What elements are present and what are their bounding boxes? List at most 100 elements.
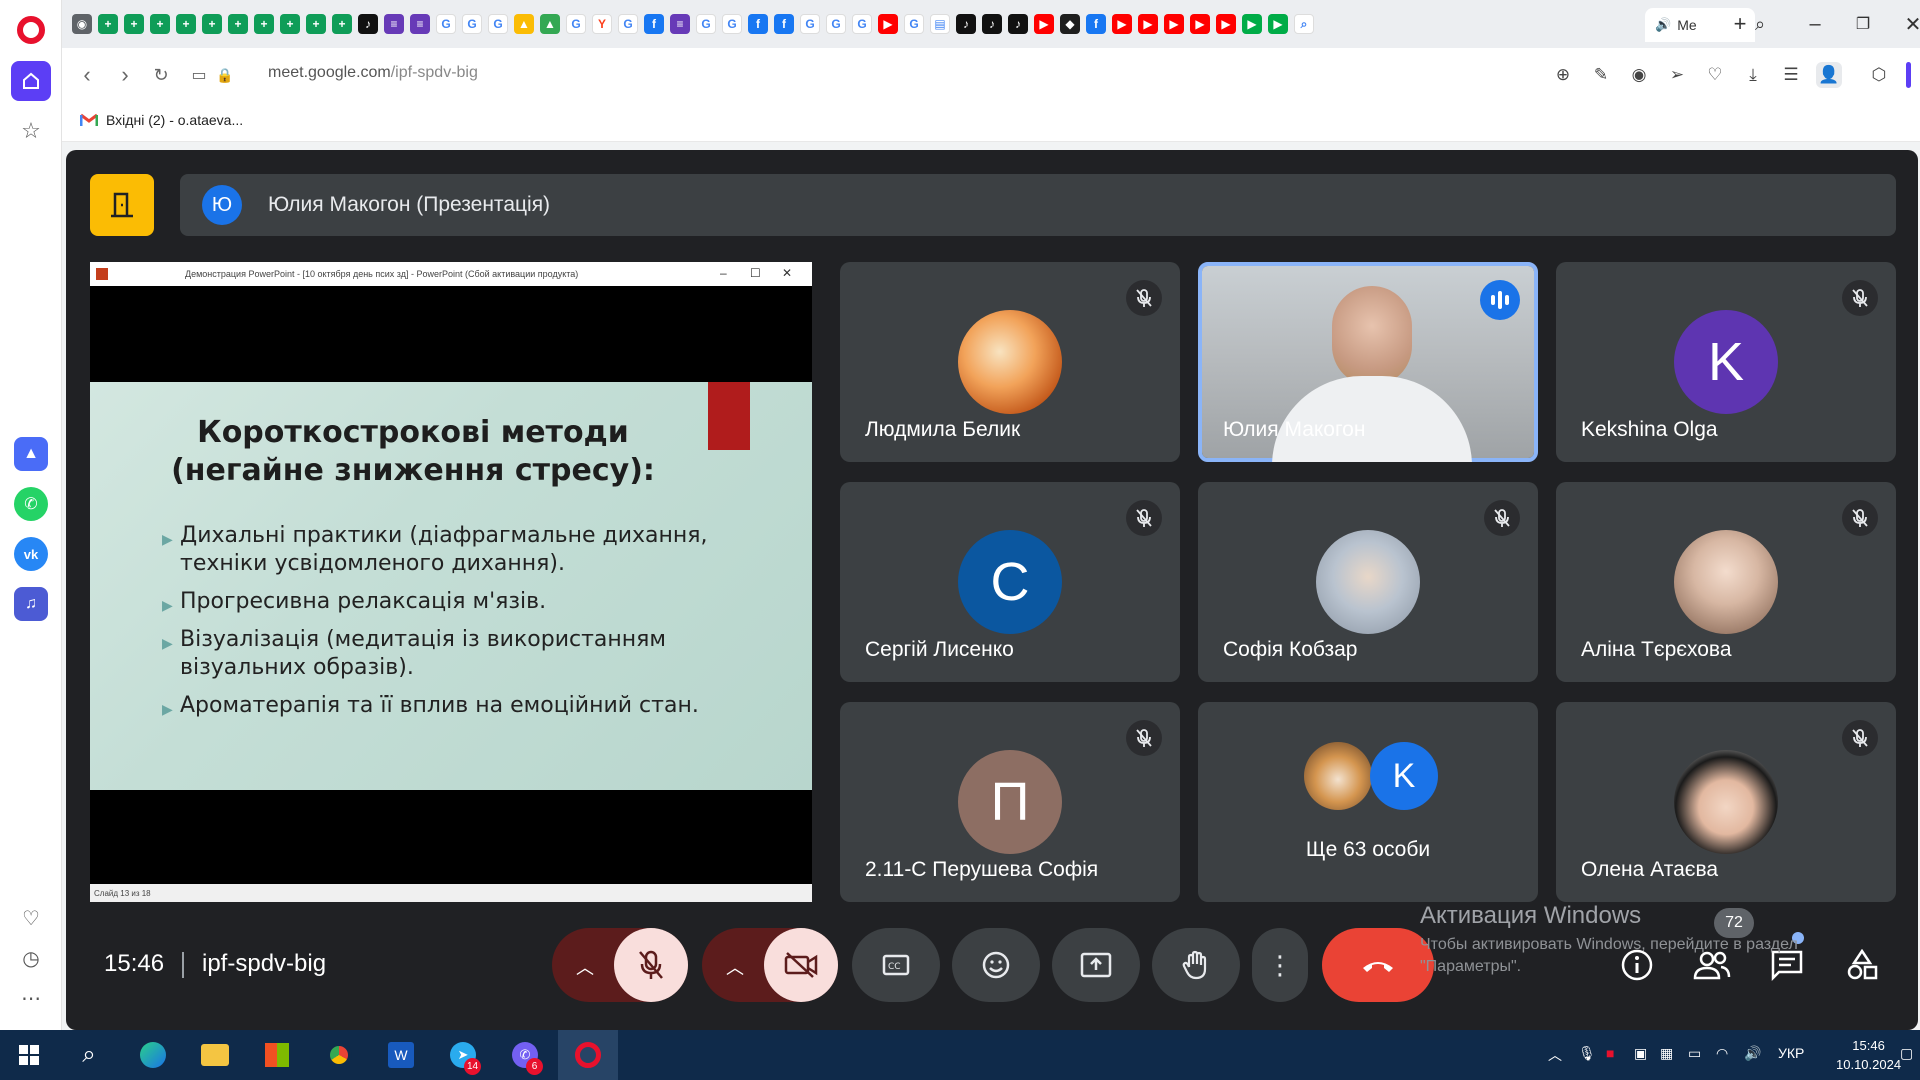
- participant-tile[interactable]: П 2.11-С Перушева Софія: [840, 702, 1180, 902]
- mic-options-caret-icon[interactable]: ︿: [576, 954, 594, 980]
- player-icon[interactable]: ♫: [14, 587, 48, 621]
- tab-tiktok-icon[interactable]: ♪: [358, 14, 378, 34]
- activities-button[interactable]: [1837, 940, 1887, 990]
- reload-button[interactable]: ↻: [146, 60, 176, 90]
- tab-sheets-icon[interactable]: +: [228, 14, 248, 34]
- tab-youtube-icon[interactable]: ▶: [878, 14, 898, 34]
- zoom-icon[interactable]: ⊕: [1550, 62, 1576, 88]
- tab-doc-icon[interactable]: ▤: [930, 14, 950, 34]
- profile-icon[interactable]: 👤: [1816, 62, 1842, 88]
- opera-taskbar-icon[interactable]: [571, 1038, 605, 1072]
- restore-button[interactable]: ❐: [1848, 10, 1878, 38]
- tab-tiktok-icon[interactable]: ♪: [982, 14, 1002, 34]
- tray-app-icon[interactable]: ■: [1606, 1045, 1614, 1061]
- forward-button[interactable]: ›: [110, 60, 140, 90]
- bookmark-gmail[interactable]: Вхідні (2) - o.ataeva...: [80, 112, 243, 128]
- tab-sheets-icon[interactable]: +: [254, 14, 274, 34]
- bookmarks-star-icon[interactable]: ☆: [16, 116, 46, 146]
- tab-google-icon[interactable]: G: [852, 14, 872, 34]
- edge-icon[interactable]: [136, 1038, 170, 1072]
- sidebar-toggle[interactable]: [1906, 62, 1911, 88]
- tray-chevron-icon[interactable]: ︿: [1548, 1045, 1562, 1065]
- participant-tile[interactable]: Юлия Макогон: [1198, 262, 1538, 462]
- notifications-icon[interactable]: ▢: [1900, 1045, 1913, 1062]
- volume-icon[interactable]: 🔊: [1744, 1045, 1761, 1062]
- tab-sheets-icon[interactable]: +: [150, 14, 170, 34]
- participant-tile[interactable]: С Сергій Лисенко: [840, 482, 1180, 682]
- participant-tile[interactable]: Олена Атаєва: [1556, 702, 1896, 902]
- tab-youtube-icon[interactable]: ▶: [1034, 14, 1054, 34]
- more-participants-tile[interactable]: K Ще 63 особи: [1198, 702, 1538, 902]
- tab-forms-icon[interactable]: ≡: [410, 14, 430, 34]
- tab-forms-icon[interactable]: ≡: [670, 14, 690, 34]
- tab-facebook-icon[interactable]: f: [748, 14, 768, 34]
- tab-tiktok-icon[interactable]: ♪: [1008, 14, 1028, 34]
- meeting-room-icon[interactable]: [90, 174, 154, 236]
- close-window-button[interactable]: ✕: [1898, 10, 1920, 38]
- tab-google-icon[interactable]: G: [566, 14, 586, 34]
- extensions-icon[interactable]: ⬡: [1866, 62, 1892, 88]
- snapshot-icon[interactable]: ◉: [1626, 62, 1652, 88]
- more-dots-icon[interactable]: ⋯: [16, 983, 46, 1013]
- tab-meet-icon[interactable]: ▶: [1242, 14, 1262, 34]
- tray-monitor-icon[interactable]: ▣: [1634, 1045, 1647, 1062]
- participant-tile[interactable]: Людмила Белик: [840, 262, 1180, 462]
- back-button[interactable]: ‹: [72, 60, 102, 90]
- tab-figma-icon[interactable]: ◆: [1060, 14, 1080, 34]
- minimize-button[interactable]: –: [1800, 10, 1830, 38]
- tray-color-icon[interactable]: ▦: [1660, 1045, 1673, 1062]
- captions-button[interactable]: CC: [852, 928, 940, 1002]
- battery-icon[interactable]: ▭: [1688, 1045, 1701, 1062]
- search-icon[interactable]: ⌕: [72, 1038, 106, 1072]
- download-icon[interactable]: ⤓: [1740, 62, 1766, 88]
- home-button[interactable]: [11, 61, 51, 101]
- camera-toggle-button[interactable]: [764, 928, 838, 1002]
- tab-tiktok-icon[interactable]: ♪: [956, 14, 976, 34]
- tab-sheets-icon[interactable]: +: [202, 14, 222, 34]
- store-icon[interactable]: [260, 1038, 294, 1072]
- lock-icon[interactable]: 🔒: [210, 60, 240, 90]
- tab-google-icon[interactable]: G: [462, 14, 482, 34]
- mic-toggle-button[interactable]: [614, 928, 688, 1002]
- tab-google-icon[interactable]: G: [826, 14, 846, 34]
- reactions-button[interactable]: [952, 928, 1040, 1002]
- tab-youtube-icon[interactable]: ▶: [1112, 14, 1132, 34]
- tab-facebook-icon[interactable]: f: [1086, 14, 1106, 34]
- leave-call-button[interactable]: [1322, 928, 1434, 1002]
- more-options-button[interactable]: ⋮: [1252, 928, 1308, 1002]
- tab-sheets-icon[interactable]: +: [124, 14, 144, 34]
- tab-google-icon[interactable]: G: [904, 14, 924, 34]
- wifi-icon[interactable]: ◠: [1716, 1045, 1728, 1062]
- taskbar-clock[interactable]: 15:46 10.10.2024: [1836, 1036, 1901, 1074]
- tab-google-icon[interactable]: G: [618, 14, 638, 34]
- tab-drive-icon[interactable]: ▲: [514, 14, 534, 34]
- vk-icon[interactable]: vk: [14, 537, 48, 571]
- tab-youtube-icon[interactable]: ▶: [1190, 14, 1210, 34]
- file-explorer-icon[interactable]: [198, 1038, 232, 1072]
- camera-options-caret-icon[interactable]: ︿: [726, 954, 744, 980]
- language-indicator[interactable]: УКР: [1778, 1045, 1804, 1061]
- tab-sheets-icon[interactable]: +: [306, 14, 326, 34]
- present-button[interactable]: [1052, 928, 1140, 1002]
- tab-facebook-icon[interactable]: f: [774, 14, 794, 34]
- speaker-icon[interactable]: 🔊: [1655, 17, 1671, 33]
- participant-tile[interactable]: Софія Кобзар: [1198, 482, 1538, 682]
- easy-setup-icon[interactable]: ☰: [1778, 62, 1804, 88]
- tab-globe-icon[interactable]: ◉: [72, 14, 92, 34]
- tab-google-icon[interactable]: G: [722, 14, 742, 34]
- tab-facebook-icon[interactable]: f: [644, 14, 664, 34]
- heart-icon[interactable]: ♡: [1702, 62, 1728, 88]
- tab-google-icon[interactable]: G: [436, 14, 456, 34]
- tab-search-icon[interactable]: ⌕: [1294, 14, 1314, 34]
- word-icon[interactable]: W: [384, 1038, 418, 1072]
- tab-sheets-icon[interactable]: +: [98, 14, 118, 34]
- tab-youtube-icon[interactable]: ▶: [1138, 14, 1158, 34]
- tab-google-icon[interactable]: G: [488, 14, 508, 34]
- raise-hand-button[interactable]: [1152, 928, 1240, 1002]
- tab-sheets-icon[interactable]: +: [332, 14, 352, 34]
- search-tabs-icon[interactable]: ⌕: [1745, 10, 1775, 38]
- opera-logo-icon[interactable]: [17, 16, 45, 44]
- whatsapp-icon[interactable]: ✆: [14, 487, 48, 521]
- start-button[interactable]: [12, 1038, 46, 1072]
- tab-drive-icon[interactable]: ▲: [540, 14, 560, 34]
